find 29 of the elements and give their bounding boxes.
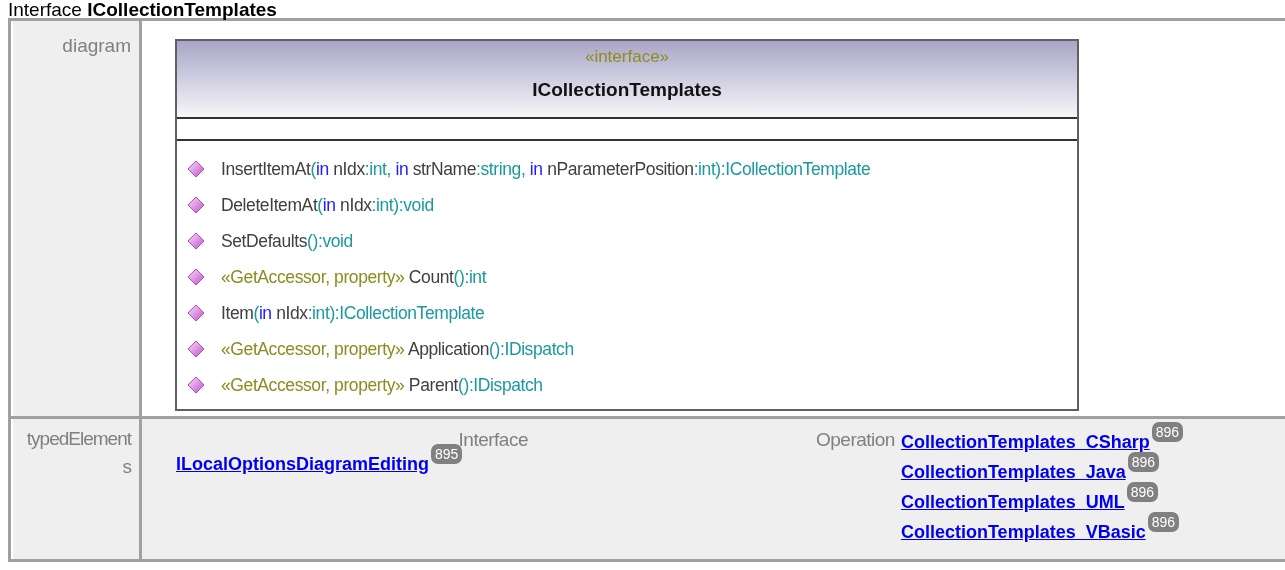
interface-link[interactable]: ILocalOptionsDiagramEditing xyxy=(176,451,430,475)
diamond-icon xyxy=(187,232,205,250)
operation-signature: DeleteItemAt(in nIdx:int):void xyxy=(221,194,434,216)
diamond-icon xyxy=(187,304,205,322)
operation-link[interactable]: CollectionTemplates_Java xyxy=(900,459,1126,483)
class-name: ICollectionTemplates xyxy=(532,79,722,101)
page-heading: Interface ICollectionTemplates xyxy=(8,0,278,20)
count-badge: 896 xyxy=(1126,482,1158,502)
operation-signature: «GetAccessor, property» Application():IDispatch xyxy=(221,338,574,360)
column-header: Operation xyxy=(816,429,895,452)
count-badge: 896 xyxy=(1151,422,1184,442)
operation-link[interactable]: CollectionTemplates_CSharp xyxy=(900,429,1150,453)
row-label: typedElements xyxy=(25,427,131,479)
stereotype-label: «interface» xyxy=(584,47,670,67)
diamond-icon xyxy=(187,196,205,214)
diamond-icon xyxy=(187,268,205,286)
diamond-icon xyxy=(187,376,205,394)
operation-signature: «GetAccessor, property» Count():int xyxy=(221,266,487,288)
count-badge: 896 xyxy=(1127,452,1160,472)
diamond-icon xyxy=(187,160,205,178)
diamond-icon xyxy=(187,340,205,358)
count-badge: 896 xyxy=(1147,512,1180,532)
operation-signature: InsertItemAt(in nIdx:int, in strName:string, in nParameterPosition:int):ICollectionTemplate xyxy=(221,158,871,180)
operation-signature: SetDefaults():void xyxy=(221,230,353,252)
operation-link[interactable]: CollectionTemplates_VBasic xyxy=(900,519,1146,543)
operation-signature: «GetAccessor, property» Parent():IDispatch xyxy=(221,374,543,396)
operation-signature: Item(in nIdx:int):ICollectionTemplate xyxy=(221,302,485,324)
operation-link[interactable]: CollectionTemplates_UML xyxy=(900,489,1125,513)
row-label: diagram xyxy=(62,35,131,56)
